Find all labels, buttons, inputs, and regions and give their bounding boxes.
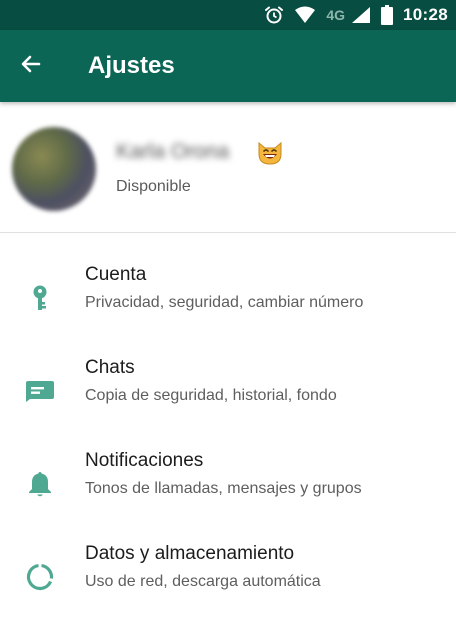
cat-face-icon [256,140,284,171]
key-icon [22,280,58,316]
app-bar: Ajustes [0,30,456,102]
arrow-back-icon [19,52,43,81]
profile-name: Karla Orona [116,140,230,163]
setting-subtitle: Tonos de llamadas, mensajes y grupos [85,480,362,497]
page-title: Ajustes [88,52,175,79]
status-bar: 4G 10:28 [0,0,456,30]
setting-item-datos[interactable]: Datos y almacenamiento Uso de red, desca… [0,529,456,619]
setting-title: Cuenta [85,264,147,285]
setting-subtitle: Privacidad, seguridad, cambiar número [85,294,364,311]
signal-icon [351,6,371,24]
setting-item-notificaciones[interactable]: Notificaciones Tonos de llamadas, mensaj… [0,436,456,526]
setting-title: Notificaciones [85,450,204,471]
setting-subtitle: Copia de seguridad, historial, fondo [85,387,337,404]
setting-item-cuenta[interactable]: Cuenta Privacidad, seguridad, cambiar nú… [0,250,456,340]
alarm-icon [264,5,284,25]
bell-icon [22,466,58,502]
setting-title: Datos y almacenamiento [85,543,295,564]
setting-item-chats[interactable]: Chats Copia de seguridad, historial, fon… [0,343,456,433]
avatar[interactable] [12,127,96,211]
wifi-icon [294,6,316,24]
data-usage-icon [22,559,58,595]
back-button[interactable] [1,30,61,102]
setting-subtitle: Uso de red, descarga automática [85,573,321,590]
setting-title: Chats [85,357,135,378]
network-type-label: 4G [326,7,346,23]
battery-icon [381,5,394,25]
status-icons: 4G 10:28 [264,5,456,25]
chat-icon [22,373,58,409]
profile-status: Disponible [116,178,191,195]
clock-time: 10:28 [403,5,448,24]
profile-row[interactable]: Karla Orona Disponible [0,102,456,233]
